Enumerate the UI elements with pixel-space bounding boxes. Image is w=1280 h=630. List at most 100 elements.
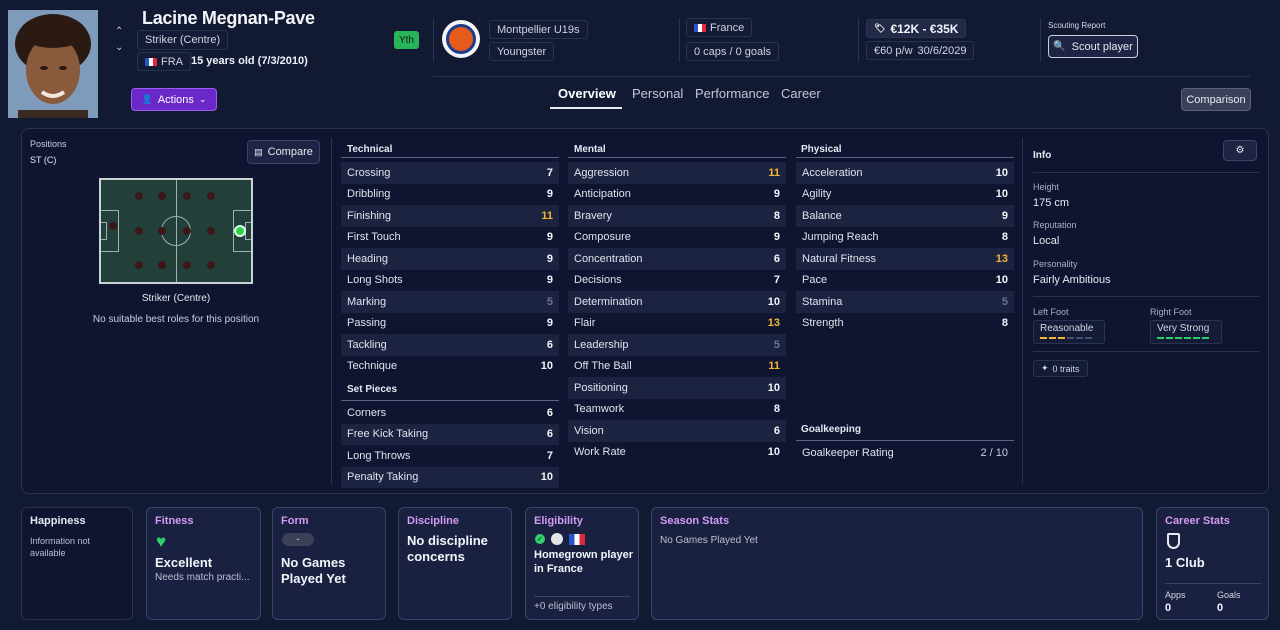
happiness-card[interactable]: Happiness Information not available [21,507,133,620]
goalkeeper-rating-row[interactable]: Goalkeeper Rating 2 / 10 [796,442,1014,464]
attribute-row[interactable]: Strength 8 [796,313,1014,335]
foot-meter-segment [1058,337,1065,339]
season-stats-card[interactable]: Season Stats No Games Played Yet [651,507,1143,620]
attribute-row[interactable]: Heading 9 [341,248,559,270]
value-range-badge: 🏷 €12K - €35K [866,19,967,38]
scout-player-button[interactable]: 🔍 Scout player [1048,35,1138,58]
compare-button[interactable]: ▤ Compare [247,140,320,164]
attribute-value: 13 [767,317,780,330]
attribute-name: Decisions [574,274,622,287]
position-slot [109,222,117,230]
attribute-row[interactable]: Crossing 7 [341,162,559,184]
previous-player-chevron-icon[interactable]: ⌃ [115,26,123,37]
attribute-value: 7 [546,449,553,462]
club-crest-icon [551,533,563,545]
attribute-row[interactable]: Dribbling 9 [341,184,559,206]
attribute-value: 10 [540,360,553,373]
attribute-row[interactable]: Pace 10 [796,270,1014,292]
attribute-name: Leadership [574,338,629,351]
tab-personal[interactable]: Personal [632,86,683,101]
position-slot [158,261,166,269]
comparison-button[interactable]: Comparison [1181,88,1251,111]
attribute-row[interactable]: Positioning 10 [568,377,786,399]
attribute-value: 6 [773,252,780,265]
attribute-row[interactable]: Bravery 8 [568,205,786,227]
attribute-row[interactable]: Determination 10 [568,291,786,313]
attribute-row[interactable]: Penalty Taking 10 [341,466,559,488]
position-slot [135,227,143,235]
tab-overview[interactable]: Overview [558,86,616,101]
actions-button[interactable]: 👤 Actions ⌄ [131,88,217,111]
caps-goals: 0 caps / 0 goals [686,42,780,61]
attribute-row[interactable]: Marking 5 [341,291,559,313]
attribute-row[interactable]: Balance 9 [796,205,1014,227]
discipline-card[interactable]: Discipline No discipline concerns [398,507,512,620]
attribute-name: Concentration [574,252,643,265]
wage: €60 p/w [874,44,913,57]
attribute-row[interactable]: Flair 13 [568,313,786,335]
attribute-row[interactable]: Technique 10 [341,356,559,378]
attribute-row[interactable]: First Touch 9 [341,227,559,249]
tab-performance[interactable]: Performance [695,86,769,101]
right-foot-meter [1157,337,1215,339]
divider [1022,138,1023,484]
attribute-row[interactable]: Decisions 7 [568,270,786,292]
actions-label: Actions [157,93,194,106]
attribute-row[interactable]: Corners 6 [341,402,559,424]
attribute-row[interactable]: Finishing 11 [341,205,559,227]
club-name[interactable]: Montpellier U19s [489,20,588,39]
attribute-row[interactable]: Jumping Reach 8 [796,227,1014,249]
attribute-row[interactable]: Passing 9 [341,313,559,335]
info-title: Info [1033,150,1052,161]
attribute-row[interactable]: Free Kick Taking 6 [341,423,559,445]
attribute-row[interactable]: Acceleration 10 [796,162,1014,184]
attribute-name: Stamina [802,295,843,308]
attribute-value: 6 [546,406,553,419]
fitness-card[interactable]: Fitness ♥ Excellent Needs match practi..… [146,507,261,620]
shield-icon [1167,533,1180,549]
attribute-row[interactable]: Natural Fitness 13 [796,248,1014,270]
attribute-row[interactable]: Composure 9 [568,227,786,249]
france-flag-icon [694,23,706,32]
attribute-name: Work Rate [574,446,626,459]
tab-career[interactable]: Career [781,86,821,101]
attribute-row[interactable]: Off The Ball 11 [568,356,786,378]
form-card[interactable]: Form - No Games Played Yet [272,507,386,620]
wage-badge: €60 p/w 30/6/2029 [866,41,975,60]
goalkeeper-rating-value: 2 / 10 [980,446,1008,459]
attribute-value: 6 [546,428,553,441]
attribute-row[interactable]: Long Shots 9 [341,270,559,292]
attribute-row[interactable]: Work Rate 10 [568,442,786,464]
sparkle-icon: ✦ [1041,363,1049,373]
attribute-value: 11 [541,209,553,222]
attribute-row[interactable]: Stamina 5 [796,291,1014,313]
next-player-chevron-icon[interactable]: ⌄ [115,42,123,53]
club-crest-icon[interactable] [442,20,480,58]
personality-label: Personality [1033,259,1078,269]
attribute-row[interactable]: Anticipation 9 [568,184,786,206]
attribute-row[interactable]: Agility 10 [796,184,1014,206]
attribute-name: Free Kick Taking [347,428,429,441]
attribute-name: Jumping Reach [802,231,879,244]
happiness-title: Happiness [30,515,86,527]
foot-meter-segment [1202,337,1209,339]
attribute-row[interactable]: Concentration 6 [568,248,786,270]
career-stats-card[interactable]: Career Stats 1 Club Apps 0 Goals 0 [1156,507,1269,620]
position-slot [135,261,143,269]
discipline-title: Discipline [407,515,459,527]
attribute-row[interactable]: Long Throws 7 [341,445,559,467]
attribute-row[interactable]: Aggression 11 [568,162,786,184]
left-foot-badge: Reasonable [1033,320,1105,344]
attribute-row[interactable]: Vision 6 [568,420,786,442]
traits-badge[interactable]: ✦ 0 traits [1033,360,1088,377]
nationality-code: FRA [161,55,183,68]
eligibility-icons: ✓ [535,533,585,545]
attribute-row[interactable]: Tackling 6 [341,334,559,356]
divider [1033,296,1259,297]
info-settings-button[interactable]: ⚙ [1223,140,1257,161]
attribute-value: 8 [773,209,780,222]
attribute-row[interactable]: Teamwork 8 [568,399,786,421]
eligibility-card[interactable]: Eligibility ✓ Homegrown player in France… [525,507,639,620]
attribute-row[interactable]: Leadership 5 [568,334,786,356]
nation-badge[interactable]: France [686,18,753,37]
